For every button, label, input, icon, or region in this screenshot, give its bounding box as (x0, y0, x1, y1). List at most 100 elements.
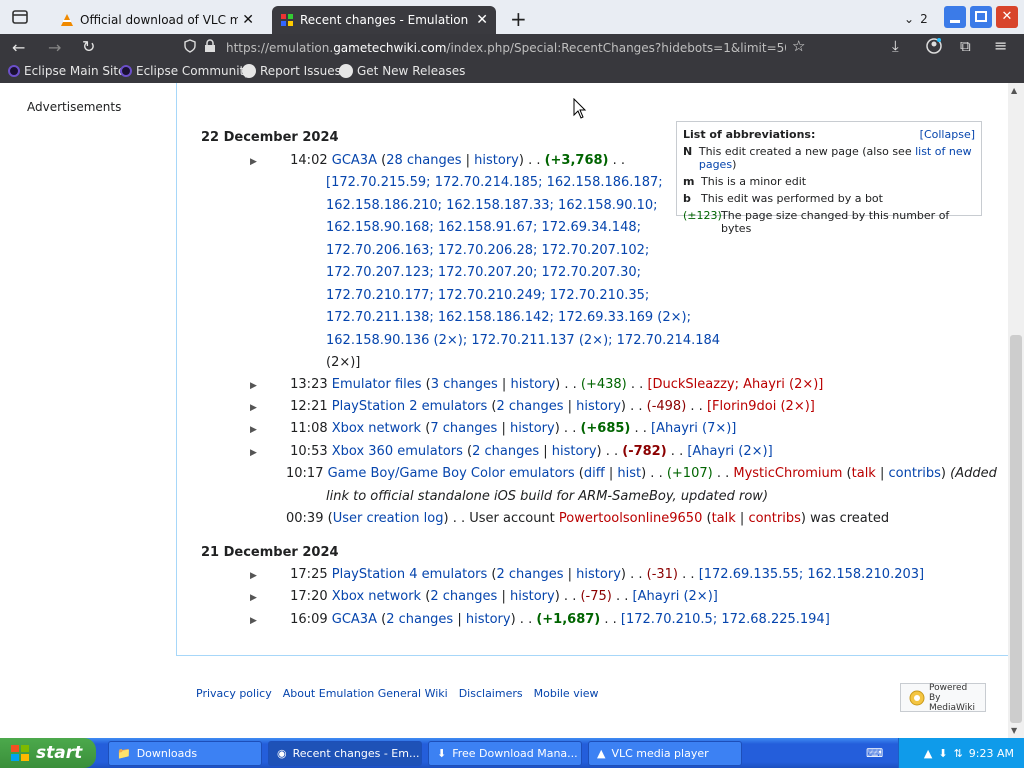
talk-link[interactable]: talk (852, 466, 876, 481)
history-link[interactable]: history (466, 612, 511, 627)
editors-list[interactable]: [Ahayri (2×)] (687, 444, 772, 459)
tab-overview-icon[interactable] (12, 10, 28, 24)
close-tab-icon[interactable]: ✕ (242, 12, 254, 28)
changes-link[interactable]: 2 changes (386, 612, 453, 627)
editors-list[interactable]: [Ahayri (2×)] (633, 589, 718, 604)
editors-list[interactable]: [172.69.135.55; 162.158.210.203] (699, 567, 924, 582)
disclaimers-link[interactable]: Disclaimers (459, 687, 523, 700)
task-free-download-manager[interactable]: ⬇ Free Download Mana... (428, 741, 582, 766)
downloads-icon[interactable]: ⤓ (892, 37, 899, 55)
hist-link[interactable]: hist (617, 466, 641, 481)
history-link[interactable]: history (510, 377, 555, 392)
history-link[interactable]: history (510, 421, 555, 436)
scrollbar-thumb[interactable] (1010, 335, 1022, 723)
page-link[interactable]: Xbox 360 emulators (332, 444, 463, 459)
shield-icon[interactable] (184, 39, 196, 53)
editor-ip-line[interactable]: 172.70.211.138; 162.158.186.142; 172.69.… (326, 307, 720, 330)
network-icon[interactable]: ⇅ (954, 747, 963, 760)
editor-ip-line[interactable]: 162.158.90.168; 162.158.91.67; 172.69.34… (326, 217, 720, 240)
changes-link[interactable]: 7 changes (430, 421, 497, 436)
changes-link[interactable]: 28 changes (386, 153, 461, 168)
url-bar[interactable]: https://emulation. gametechwiki.com/index… (226, 38, 786, 58)
task-downloads[interactable]: 📁 Downloads (108, 741, 262, 766)
page-link[interactable]: Game Boy/Game Boy Color emulators (328, 466, 575, 481)
collapse-link[interactable]: [Collapse] (920, 128, 975, 141)
minimize-button[interactable] (944, 6, 966, 28)
expand-arrow-icon[interactable]: ▶ (250, 448, 286, 458)
expand-arrow-icon[interactable]: ▶ (250, 571, 286, 581)
contribs-link[interactable]: contribs (889, 466, 941, 481)
page-link[interactable]: PlayStation 2 emulators (332, 399, 488, 414)
page-link[interactable]: PlayStation 4 emulators (332, 567, 488, 582)
changes-link[interactable]: 2 changes (496, 399, 563, 414)
scroll-up-icon[interactable]: ▲ (1011, 86, 1017, 95)
history-link[interactable]: history (552, 444, 597, 459)
page-link[interactable]: Xbox network (332, 421, 421, 436)
page-link[interactable]: GCA3A (332, 153, 377, 168)
history-link[interactable]: history (576, 567, 621, 582)
changes-link[interactable]: 2 changes (430, 589, 497, 604)
expand-arrow-icon[interactable]: ▶ (250, 616, 286, 626)
privacy-policy-link[interactable]: Privacy policy (196, 687, 272, 700)
page-link[interactable]: Emulator files (332, 377, 422, 392)
history-link[interactable]: history (510, 589, 555, 604)
changes-link[interactable]: 2 changes (472, 444, 539, 459)
reload-icon[interactable]: ↻ (82, 37, 95, 56)
editor-ip-line[interactable]: 172.70.206.163; 172.70.206.28; 172.70.20… (326, 240, 720, 263)
editors-list[interactable]: [DuckSleazzy; Ahayri (2×)] (647, 377, 823, 392)
editors-list[interactable]: [172.70.210.5; 172.68.225.194] (621, 612, 830, 627)
expand-arrow-icon[interactable]: ▶ (250, 157, 286, 167)
contribs-link[interactable]: contribs (748, 511, 800, 526)
forward-arrow-icon[interactable]: → (48, 38, 61, 57)
expand-arrow-icon[interactable]: ▶ (250, 425, 286, 435)
new-tab-button[interactable]: + (510, 7, 527, 31)
bookmark-eclipse-main[interactable]: Eclipse Main Site (8, 64, 125, 78)
task-vlc[interactable]: ▲ VLC media player (588, 741, 742, 766)
user-link[interactable]: MysticChromium (733, 466, 842, 481)
powered-by-mediawiki-badge[interactable]: Powered By MediaWiki (900, 683, 986, 713)
editor-ip-line[interactable]: [172.70.215.59; 172.70.214.185; 162.158.… (326, 172, 720, 195)
about-link[interactable]: About Emulation General Wiki (283, 687, 448, 700)
start-button[interactable]: start (0, 738, 96, 768)
clock[interactable]: 9:23 AM (969, 747, 1014, 760)
menu-icon[interactable]: ≡ (994, 36, 1007, 55)
user-creation-log-link[interactable]: User creation log (333, 511, 444, 526)
bookmark-report-issues[interactable]: Report Issues (242, 64, 341, 78)
task-recent-changes[interactable]: ◉ Recent changes - Em... (268, 741, 422, 766)
page-link[interactable]: Xbox network (332, 589, 421, 604)
changes-link[interactable]: 2 changes (496, 567, 563, 582)
close-tab-icon[interactable]: ✕ (476, 12, 488, 28)
changes-link[interactable]: 3 changes (431, 377, 498, 392)
lock-icon[interactable] (204, 39, 216, 53)
tab-list-button[interactable]: ⌄ 2 (904, 12, 928, 26)
diff-link[interactable]: diff (584, 466, 605, 481)
editors-list[interactable]: [Florin9doi (2×)] (707, 399, 815, 414)
extensions-icon[interactable]: ⧉ (960, 37, 971, 55)
editor-ip-line[interactable]: 172.70.207.123; 172.70.207.20; 172.70.20… (326, 262, 720, 285)
expand-arrow-icon[interactable]: ▶ (250, 403, 286, 413)
vlc-tray-icon[interactable]: ▲ (924, 747, 932, 760)
fdm-tray-icon[interactable]: ⬇ (938, 747, 947, 760)
bookmark-star-icon[interactable]: ☆ (792, 37, 805, 55)
editors-list[interactable]: [Ahayri (7×)] (651, 421, 736, 436)
history-link[interactable]: history (576, 399, 621, 414)
tab-recent-changes[interactable]: Recent changes - Emulation Gener ✕ (272, 6, 496, 34)
editor-ip-line[interactable]: 162.158.90.136 (2×); 172.70.211.137 (2×)… (326, 330, 720, 353)
history-link[interactable]: history (474, 153, 519, 168)
scroll-down-icon[interactable]: ▼ (1011, 726, 1017, 735)
expand-arrow-icon[interactable]: ▶ (250, 593, 286, 603)
editor-ip-line[interactable]: 162.158.186.210; 162.158.187.33; 162.158… (326, 195, 720, 218)
bookmark-eclipse-community[interactable]: Eclipse Community (120, 64, 251, 78)
page-link[interactable]: GCA3A (332, 612, 377, 627)
user-link[interactable]: Powertoolsonline9650 (559, 511, 702, 526)
account-icon[interactable] (926, 38, 942, 54)
bookmark-get-releases[interactable]: Get New Releases (339, 64, 465, 78)
mobile-view-link[interactable]: Mobile view (534, 687, 599, 700)
back-arrow-icon[interactable]: ← (12, 38, 25, 57)
maximize-button[interactable] (970, 6, 992, 28)
keyboard-icon[interactable]: ⌨ (866, 746, 883, 760)
close-window-button[interactable]: ✕ (996, 6, 1018, 28)
editor-ip-line[interactable]: 172.70.210.177; 172.70.210.249; 172.70.2… (326, 285, 720, 308)
talk-link[interactable]: talk (712, 511, 736, 526)
tab-vlc-download[interactable]: Official download of VLC media pl ✕ (52, 6, 262, 34)
